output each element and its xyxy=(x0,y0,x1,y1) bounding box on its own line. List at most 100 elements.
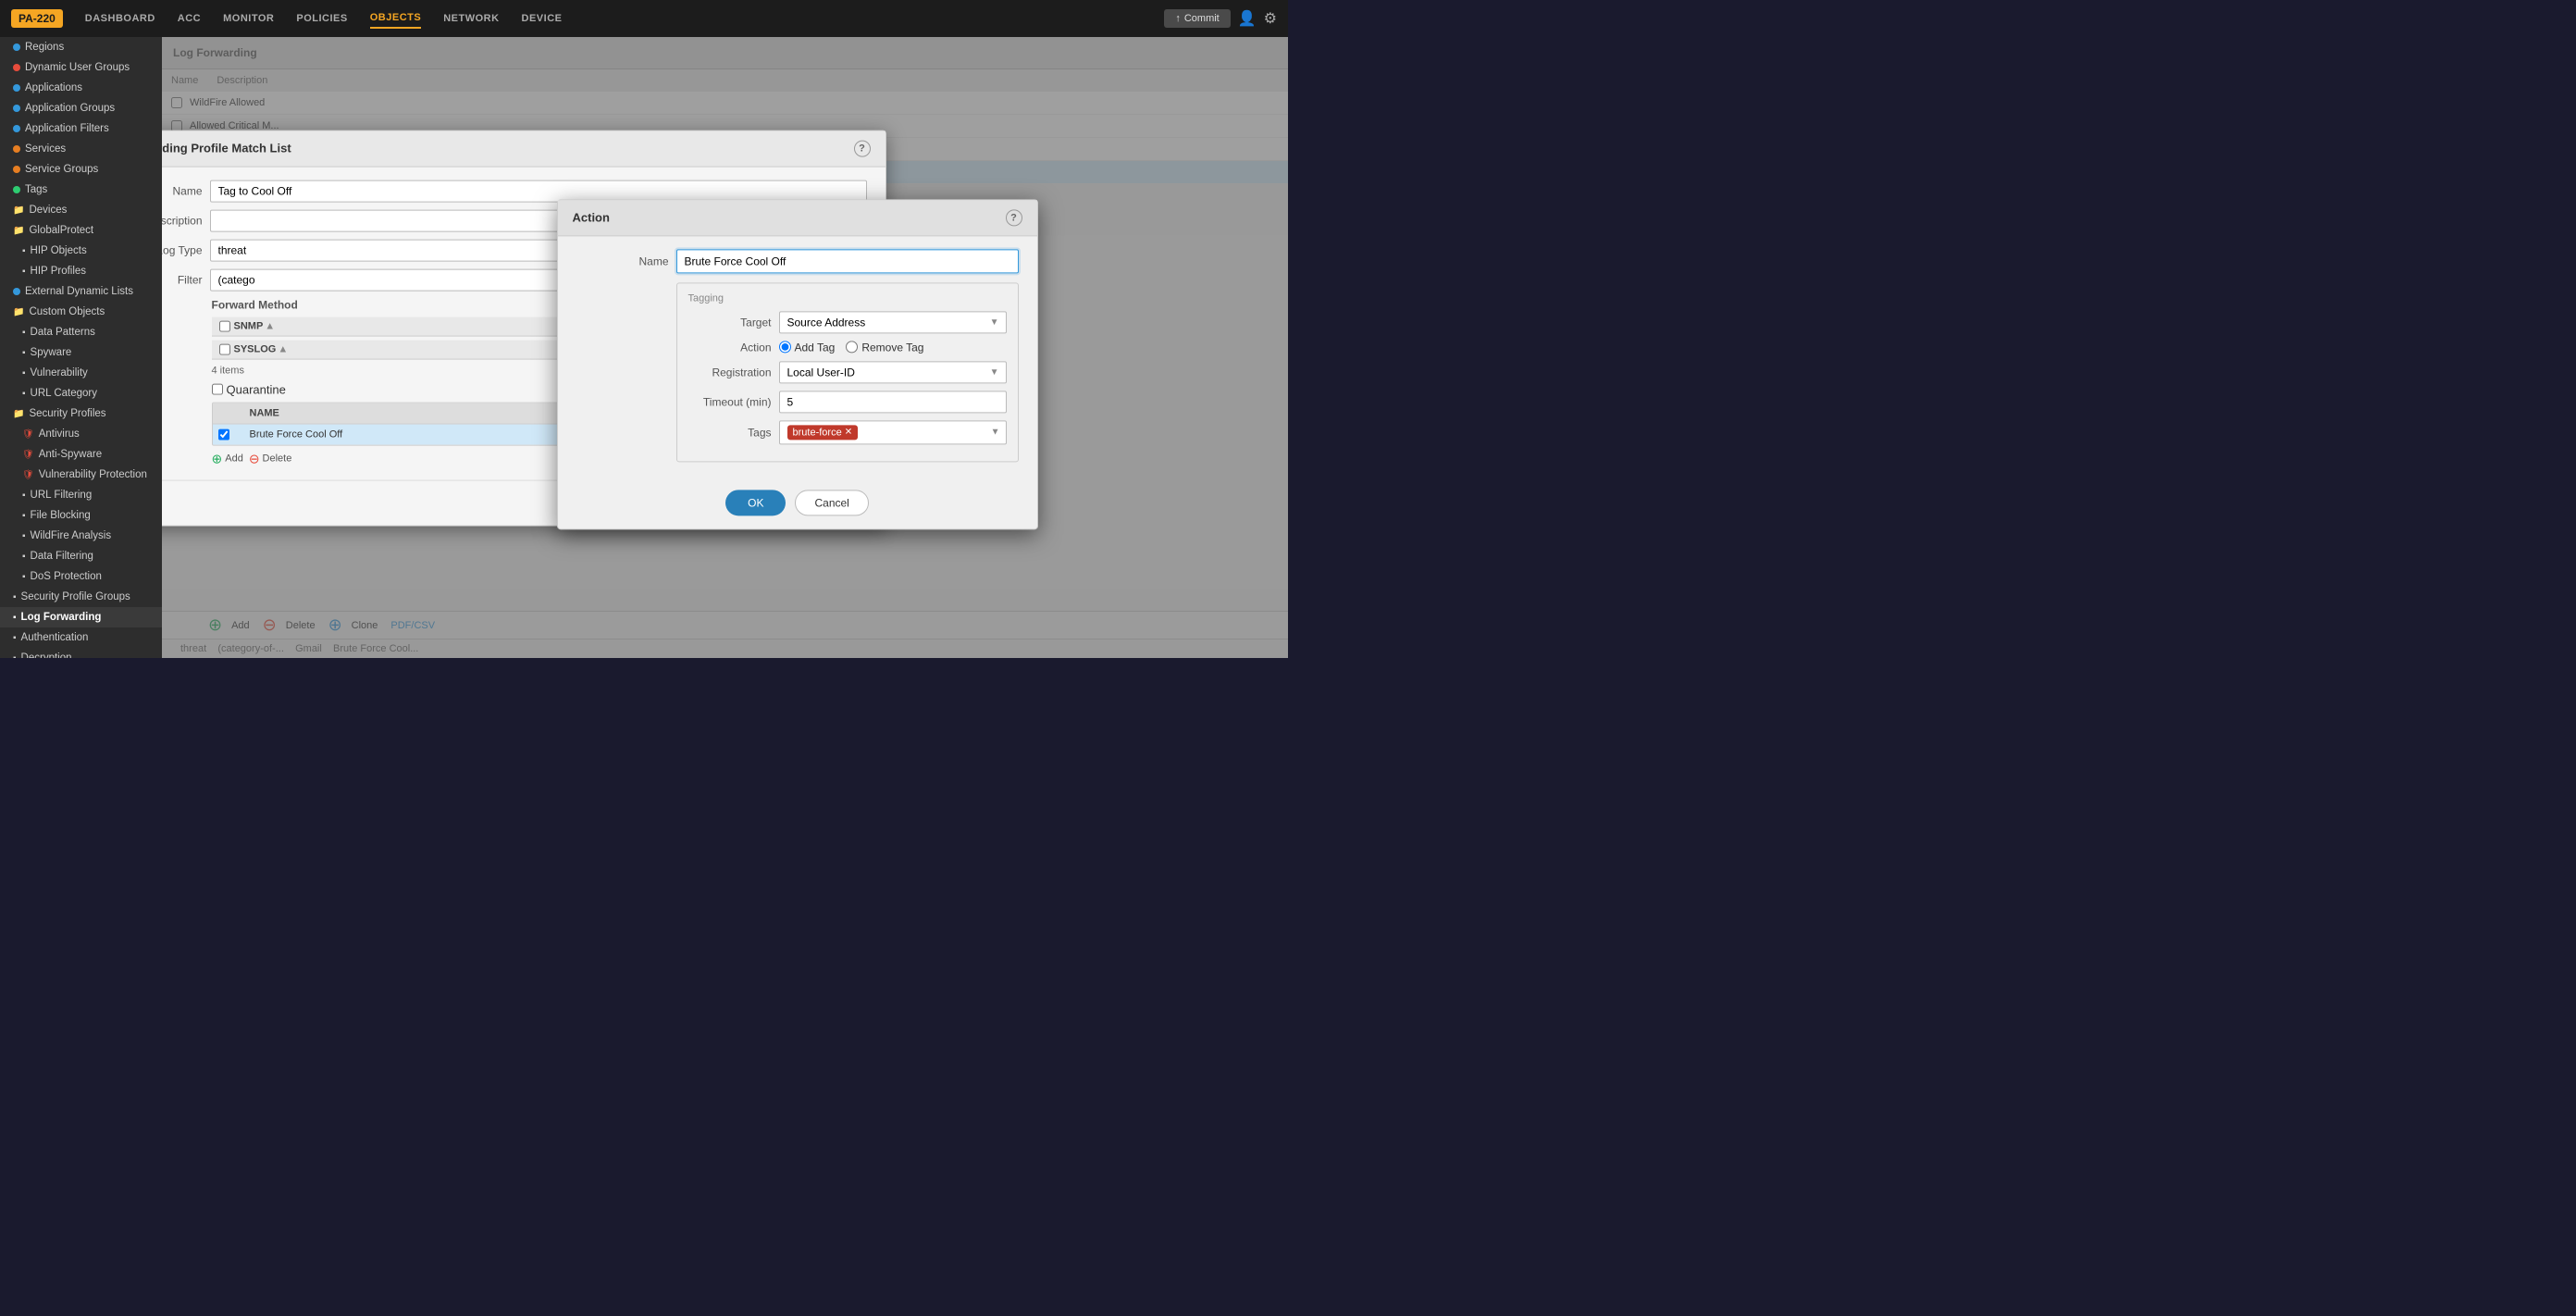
action-dialog-help-button[interactable]: ? xyxy=(1006,209,1022,226)
sidebar-label-datafilt: Data Filtering xyxy=(31,551,93,562)
brute-force-tag: brute-force ✕ xyxy=(787,425,859,440)
sidebar-label-antispyware: Anti-Spyware xyxy=(39,449,102,460)
file-blocking-icon: ▪ xyxy=(22,511,26,521)
row1-checkbox-cell xyxy=(213,424,241,444)
actions-add-button[interactable]: ⊕ Add xyxy=(212,451,243,466)
action-dialog-header: Action ? xyxy=(558,200,1037,236)
sidebar-label-urlcat: URL Category xyxy=(31,388,97,399)
snmp-checkbox[interactable] xyxy=(219,320,230,331)
action-tagging-row: Tagging Target Source Address ▼ xyxy=(576,282,1019,462)
sidebar-label-gp: GlobalProtect xyxy=(29,225,93,236)
sidebar-item-external-dynamic-lists[interactable]: External Dynamic Lists xyxy=(0,281,162,302)
sidebar-item-spyware[interactable]: ▪ Spyware xyxy=(0,342,162,363)
action-radio-label: Action xyxy=(688,341,772,354)
action-ok-button[interactable]: OK xyxy=(725,490,786,515)
sidebar-item-regions[interactable]: Regions xyxy=(0,37,162,57)
commit-button[interactable]: ↑ Commit xyxy=(1164,9,1230,28)
tags-field[interactable]: brute-force ✕ ▼ xyxy=(779,420,1007,444)
action-dialog: Action ? Name Tagging Target xyxy=(557,199,1038,529)
tagging-box: Tagging Target Source Address ▼ xyxy=(676,282,1019,462)
sidebar-label-edl: External Dynamic Lists xyxy=(25,286,133,297)
nav-policies[interactable]: POLICIES xyxy=(296,9,347,28)
sidebar-item-authentication[interactable]: ▪ Authentication xyxy=(0,627,162,648)
sidebar-item-security-profiles[interactable]: 📁 Security Profiles xyxy=(0,403,162,424)
add-tag-radio-label[interactable]: Add Tag xyxy=(779,341,836,354)
quarantine-label: Quarantine xyxy=(227,382,286,396)
globalprotect-folder-icon: 📁 xyxy=(13,226,24,236)
vuln-protect-icon: 🛡 xyxy=(22,470,34,480)
sidebar-item-url-filtering[interactable]: ▪ URL Filtering xyxy=(0,485,162,505)
sidebar-item-decryption[interactable]: ▪ Decryption xyxy=(0,648,162,658)
remove-tag-radio-label[interactable]: Remove Tag xyxy=(846,341,923,354)
row1-checkbox[interactable] xyxy=(218,428,229,440)
tags-label: Tags xyxy=(688,426,772,439)
sidebar-item-application-filters[interactable]: Application Filters xyxy=(0,118,162,139)
sidebar-item-url-category[interactable]: ▪ URL Category xyxy=(0,383,162,403)
sidebar-item-dos-protection[interactable]: ▪ DoS Protection xyxy=(0,566,162,587)
sidebar-label-custom: Custom Objects xyxy=(29,306,105,317)
sidebar-item-anti-spyware[interactable]: 🛡 Anti-Spyware xyxy=(0,444,162,465)
sidebar-item-dynamic-user-groups[interactable]: Dynamic User Groups xyxy=(0,57,162,78)
sidebar-label-secprofgroups: Security Profile Groups xyxy=(21,591,130,602)
custom-objects-folder-icon: 📁 xyxy=(13,307,24,317)
sidebar-item-services[interactable]: Services xyxy=(0,139,162,159)
action-dialog-title: Action xyxy=(573,210,610,224)
sidebar-item-wildfire-analysis[interactable]: ▪ WildFire Analysis xyxy=(0,526,162,546)
sidebar-item-globalprotect[interactable]: 📁 GlobalProtect xyxy=(0,220,162,241)
nav-network[interactable]: NETWORK xyxy=(443,9,499,28)
target-select[interactable]: Source Address xyxy=(779,311,1007,333)
sidebar-item-custom-objects[interactable]: 📁 Custom Objects xyxy=(0,302,162,322)
sidebar-item-vuln-protection[interactable]: 🛡 Vulnerability Protection xyxy=(0,465,162,485)
tag-chip-label: brute-force xyxy=(793,427,842,438)
delete-label: Delete xyxy=(263,453,292,465)
remove-tag-radio[interactable] xyxy=(846,341,858,353)
name-field-label: Name xyxy=(162,184,203,197)
sidebar-item-service-groups[interactable]: Service Groups xyxy=(0,159,162,180)
sidebar-item-file-blocking[interactable]: ▪ File Blocking xyxy=(0,505,162,526)
tags-icon xyxy=(13,186,20,193)
nav-dashboard[interactable]: DASHBOARD xyxy=(85,9,155,28)
sidebar-item-vulnerability[interactable]: ▪ Vulnerability xyxy=(0,363,162,383)
sidebar-item-application-groups[interactable]: Application Groups xyxy=(0,98,162,118)
actions-delete-button[interactable]: ⊖ Delete xyxy=(249,451,292,466)
delete-icon: ⊖ xyxy=(249,451,260,466)
devices-folder-icon: 📁 xyxy=(13,205,24,216)
sidebar-item-data-filtering[interactable]: ▪ Data Filtering xyxy=(0,546,162,566)
log-forwarding-icon: ▪ xyxy=(13,613,17,623)
sidebar-label-services: Services xyxy=(25,143,66,155)
user-icon[interactable]: 👤 xyxy=(1238,9,1257,28)
sidebar-item-hip-objects[interactable]: ▪ HIP Objects xyxy=(0,241,162,261)
syslog-checkbox[interactable] xyxy=(219,343,230,354)
action-name-input[interactable] xyxy=(676,249,1019,273)
sidebar-item-data-patterns[interactable]: ▪ Data Patterns xyxy=(0,322,162,342)
sidebar-label-hipprof: HIP Profiles xyxy=(31,266,87,277)
sidebar-item-devices[interactable]: 📁 Devices xyxy=(0,200,162,220)
nav-device[interactable]: DEVICE xyxy=(522,9,563,28)
sidebar-item-hip-profiles[interactable]: ▪ HIP Profiles xyxy=(0,261,162,281)
sidebar-label-fileblock: File Blocking xyxy=(31,510,91,521)
spyware-icon: ▪ xyxy=(22,348,26,358)
registration-select[interactable]: Local User-ID xyxy=(779,361,1007,383)
tags-dropdown-arrow: ▼ xyxy=(991,427,1000,437)
nav-acc[interactable]: ACC xyxy=(178,9,201,28)
nav-monitor[interactable]: MONITOR xyxy=(223,9,274,28)
add-tag-radio[interactable] xyxy=(779,341,791,353)
action-cancel-button[interactable]: Cancel xyxy=(795,490,868,515)
quarantine-checkbox[interactable] xyxy=(212,384,223,395)
nav-objects[interactable]: OBJECTS xyxy=(370,8,421,29)
timeout-label: Timeout (min) xyxy=(688,395,772,408)
sidebar-item-applications[interactable]: Applications xyxy=(0,78,162,98)
settings-icon[interactable]: ⚙ xyxy=(1264,9,1277,28)
sidebar-item-log-forwarding[interactable]: ▪ Log Forwarding xyxy=(0,607,162,627)
sidebar-label-auth: Authentication xyxy=(21,632,89,643)
outer-dialog-help-button[interactable]: ? xyxy=(854,140,871,156)
tagging-action-row: Action Add Tag Remove Tag xyxy=(688,341,1007,354)
sidebar-item-security-profile-groups[interactable]: ▪ Security Profile Groups xyxy=(0,587,162,607)
sec-profile-groups-icon: ▪ xyxy=(13,592,17,602)
sidebar-label-dos: DoS Protection xyxy=(31,571,102,582)
sidebar-item-antivirus[interactable]: 🛡 Antivirus xyxy=(0,424,162,444)
timeout-input[interactable] xyxy=(779,391,1007,413)
tag-remove-icon[interactable]: ✕ xyxy=(845,427,852,437)
sidebar-item-tags[interactable]: Tags xyxy=(0,180,162,200)
sidebar-label-applications: Applications xyxy=(25,82,82,93)
